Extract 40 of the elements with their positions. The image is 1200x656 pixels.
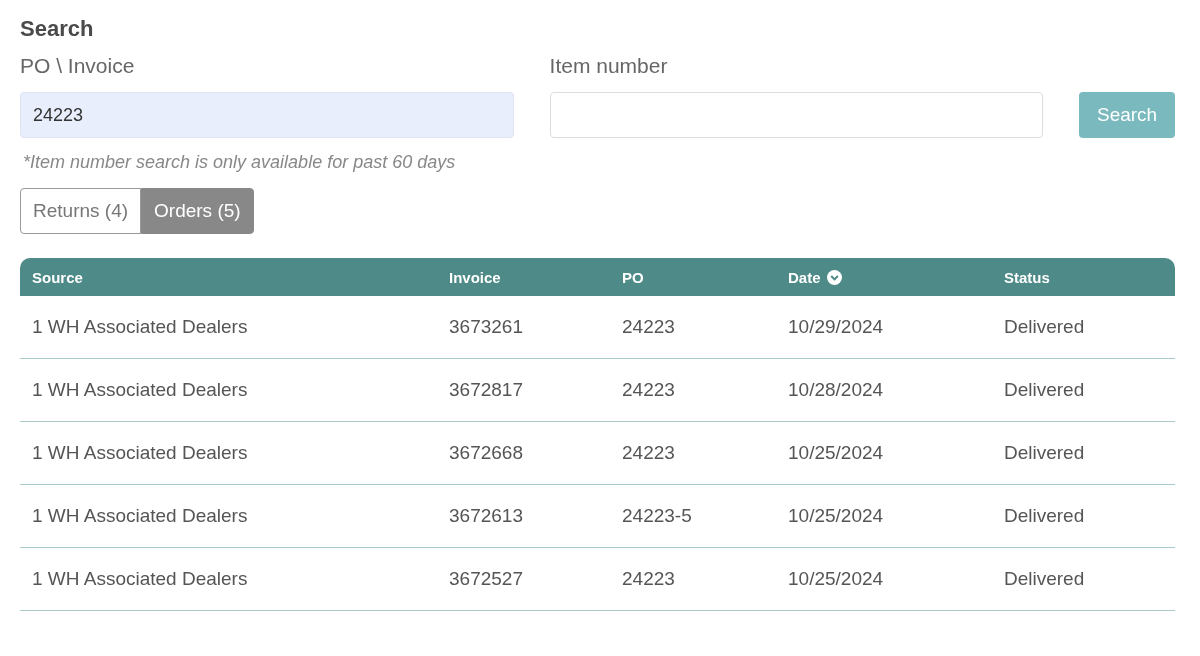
table-cell: 3672817 bbox=[437, 358, 610, 422]
column-header[interactable]: Status bbox=[1004, 268, 1050, 286]
table-cell: 1 WH Associated Dealers bbox=[20, 484, 437, 548]
table-cell: 10/25/2024 bbox=[776, 547, 992, 611]
table-cell: 24223 bbox=[610, 421, 776, 485]
search-button[interactable]: Search bbox=[1079, 92, 1175, 138]
input-field[interactable]: 24223 bbox=[20, 92, 514, 138]
table-cell: 1 WH Associated Dealers bbox=[20, 547, 437, 611]
table-cell: 10/29/2024 bbox=[776, 296, 992, 359]
table-cell: Delivered bbox=[992, 547, 1175, 611]
tab[interactable]: Orders (5) bbox=[141, 188, 254, 234]
field-label: PO \ Invoice bbox=[20, 54, 136, 78]
tab[interactable]: Returns (4) bbox=[20, 188, 142, 234]
table-cell: 3673261 bbox=[437, 296, 610, 359]
table-cell: 24223-5 bbox=[610, 484, 776, 548]
table-cell: 1 WH Associated Dealers bbox=[20, 358, 437, 422]
section-title: Search bbox=[20, 16, 94, 42]
table-cell: 1 WH Associated Dealers bbox=[20, 421, 437, 485]
table-cell: 3672527 bbox=[437, 547, 610, 611]
table-cell: 10/28/2024 bbox=[776, 358, 992, 422]
input-field[interactable] bbox=[549, 92, 1044, 138]
help-note: *Item number search is only available for past 60 days bbox=[23, 152, 456, 173]
table-cell: Delivered bbox=[992, 484, 1175, 548]
column-header[interactable]: Date bbox=[788, 268, 842, 286]
table-cell: 3672668 bbox=[437, 421, 610, 485]
column-header[interactable]: PO bbox=[622, 268, 644, 286]
table-cell: 24223 bbox=[610, 296, 776, 359]
table-cell: Delivered bbox=[992, 358, 1175, 422]
column-header[interactable]: Invoice bbox=[449, 268, 501, 286]
column-header[interactable]: Source bbox=[32, 268, 83, 286]
table-cell: Delivered bbox=[992, 421, 1175, 485]
table-cell: 3672613 bbox=[437, 484, 610, 548]
field-label: Item number bbox=[549, 54, 669, 78]
table-cell: 10/25/2024 bbox=[776, 421, 992, 485]
sort-descending-icon[interactable] bbox=[826, 269, 842, 285]
table-cell: 24223 bbox=[610, 547, 776, 611]
table-cell: 10/25/2024 bbox=[776, 484, 992, 548]
table-cell: 24223 bbox=[610, 358, 776, 422]
table-cell: 1 WH Associated Dealers bbox=[20, 296, 437, 359]
table-cell: Delivered bbox=[992, 296, 1175, 359]
